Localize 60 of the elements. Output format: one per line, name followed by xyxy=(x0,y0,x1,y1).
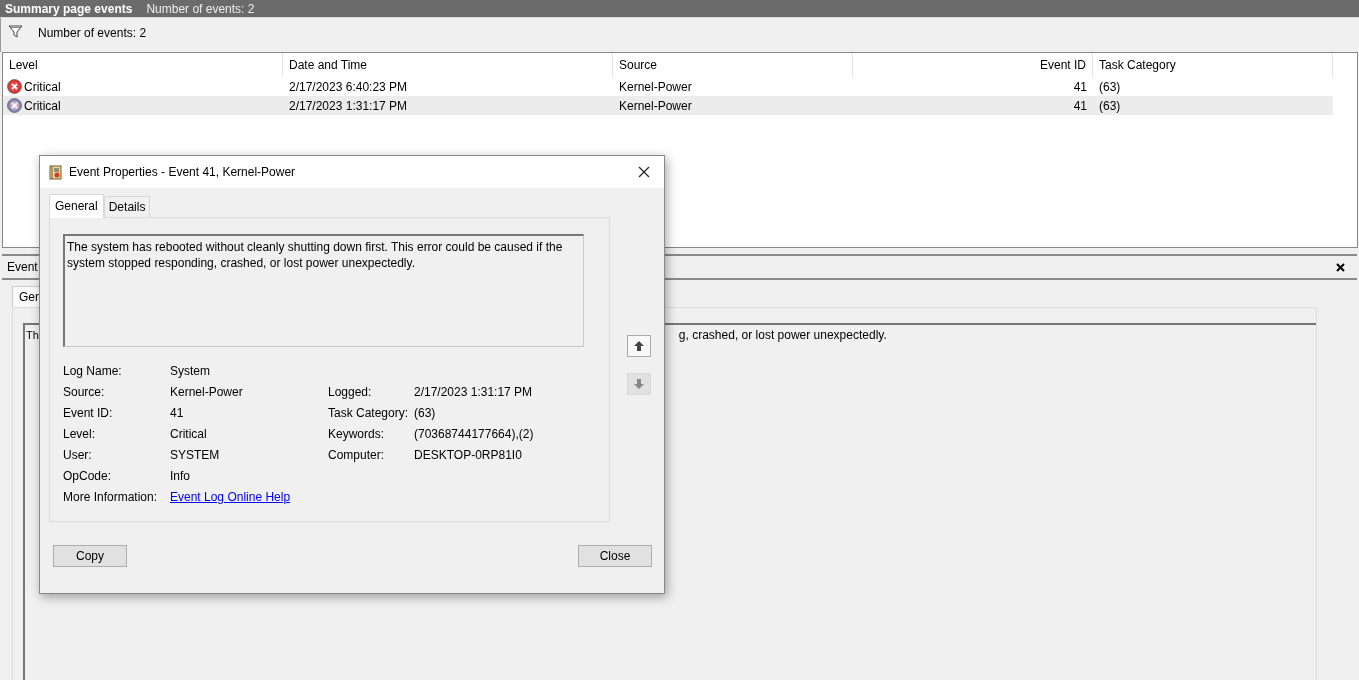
field-label: OpCode: xyxy=(63,468,113,484)
table-row[interactable]: Critical 2/17/2023 1:31:17 PM Kernel-Power 41 (63) xyxy=(3,96,1333,115)
close-icon xyxy=(1336,262,1345,272)
event-log-icon xyxy=(49,164,62,180)
field-value: Kernel-Power xyxy=(170,384,244,400)
table-cell-text: Kernel-Power xyxy=(618,79,693,94)
table-cell-text: (63) xyxy=(1098,98,1122,113)
table-cell-text: 2/17/2023 6:40:23 PM xyxy=(288,79,409,94)
field-value: System xyxy=(170,363,211,379)
table-cell-text: (63) xyxy=(1098,79,1122,94)
column-header[interactable]: Event ID xyxy=(853,53,1093,77)
column-header[interactable]: Source xyxy=(613,53,853,77)
table-cell-text: 41 xyxy=(1072,98,1088,113)
table-cell: Critical xyxy=(24,98,61,113)
field-label: Source: xyxy=(63,384,106,400)
field-value: (70368744177664),(2) xyxy=(414,426,535,442)
copy-button[interactable]: Copy xyxy=(53,545,127,567)
table-row[interactable]: Critical 2/17/2023 6:40:23 PM Kernel-Power 41 (63) xyxy=(3,77,1333,96)
description-box: The system has rebooted without cleanly shutting down first. This error could be caused if the system stopped responding, crashed, or lost power unexpectedly. xyxy=(63,234,584,347)
field-label: Keywords: xyxy=(328,426,386,442)
column-header[interactable]: Level xyxy=(3,53,283,77)
close-icon xyxy=(638,166,650,178)
column-header[interactable]: Task Category xyxy=(1093,53,1333,77)
field-value: (63) xyxy=(414,405,437,421)
field-label: Log Name: xyxy=(63,363,123,379)
critical-icon xyxy=(7,79,22,94)
field-value: 41 xyxy=(170,405,185,421)
event-count: Number of events: 2 xyxy=(38,26,147,40)
field-label: More Information: xyxy=(63,489,159,505)
event-count: Number of events: 2 xyxy=(146,1,255,16)
field-value: SYSTEM xyxy=(170,447,221,463)
up-arrow-icon xyxy=(632,339,646,353)
field-label: Event ID: xyxy=(63,405,114,421)
dialog-title: Event Properties - Event 41, Kernel-Power xyxy=(69,165,297,179)
field-label: Level: xyxy=(63,426,97,442)
description-text: Th xyxy=(26,329,39,341)
table-cell-text: 41 xyxy=(1072,79,1088,94)
filter-icon xyxy=(8,24,23,38)
previous-button[interactable] xyxy=(627,335,651,357)
column-header[interactable]: Date and Time xyxy=(283,53,613,77)
help-link[interactable]: Event Log Online Help xyxy=(170,489,414,505)
field-label: User: xyxy=(63,447,93,463)
field-value: DESKTOP-0RP81I0 xyxy=(414,447,523,463)
tab[interactable]: Details xyxy=(103,196,151,217)
pane-title: Event xyxy=(7,260,38,274)
field-label: Computer: xyxy=(328,447,386,463)
field-value: Info xyxy=(170,468,191,484)
page-title: Summary page events xyxy=(5,1,133,16)
close-button[interactable]: Close xyxy=(578,545,652,567)
table-cell-text: 2/17/2023 1:31:17 PM xyxy=(288,98,409,113)
down-arrow-icon xyxy=(632,377,646,391)
field-value: Critical xyxy=(170,426,208,442)
critical-icon xyxy=(7,98,22,113)
field-label: Task Category: xyxy=(328,405,410,421)
field-label: Logged: xyxy=(328,384,373,400)
field-value: 2/17/2023 1:31:17 PM xyxy=(414,384,534,400)
table-cell-text: Kernel-Power xyxy=(618,98,693,113)
description-text: g, crashed, or lost power unexpectedly. xyxy=(678,328,887,342)
tab[interactable]: General xyxy=(49,194,104,218)
table-cell: Critical xyxy=(24,79,61,94)
